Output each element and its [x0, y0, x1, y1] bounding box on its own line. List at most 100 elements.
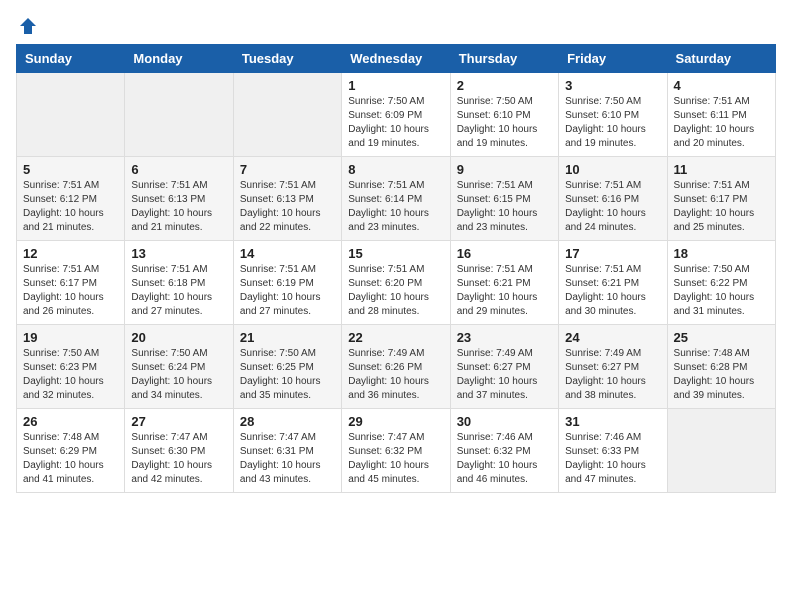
day-info: Sunrise: 7:48 AM Sunset: 6:28 PM Dayligh…	[674, 347, 769, 403]
weekday-header: Wednesday	[342, 45, 450, 73]
day-info: Sunrise: 7:51 AM Sunset: 6:11 PM Dayligh…	[674, 95, 769, 151]
weekday-header-row: SundayMondayTuesdayWednesdayThursdayFrid…	[17, 45, 776, 73]
day-number: 14	[240, 246, 335, 261]
day-info: Sunrise: 7:48 AM Sunset: 6:29 PM Dayligh…	[23, 431, 118, 487]
calendar-table: SundayMondayTuesdayWednesdayThursdayFrid…	[16, 44, 776, 493]
day-info: Sunrise: 7:51 AM Sunset: 6:17 PM Dayligh…	[23, 263, 118, 319]
calendar-cell: 15 Sunrise: 7:51 AM Sunset: 6:20 PM Dayli…	[342, 241, 450, 325]
day-info: Sunrise: 7:51 AM Sunset: 6:14 PM Dayligh…	[348, 179, 443, 235]
day-info: Sunrise: 7:50 AM Sunset: 6:09 PM Dayligh…	[348, 95, 443, 151]
day-info: Sunrise: 7:51 AM Sunset: 6:15 PM Dayligh…	[457, 179, 552, 235]
calendar-cell: 24 Sunrise: 7:49 AM Sunset: 6:27 PM Dayli…	[559, 325, 667, 409]
day-number: 8	[348, 162, 443, 177]
day-info: Sunrise: 7:50 AM Sunset: 6:24 PM Dayligh…	[131, 347, 226, 403]
calendar-cell: 13 Sunrise: 7:51 AM Sunset: 6:18 PM Dayli…	[125, 241, 233, 325]
calendar-cell: 2 Sunrise: 7:50 AM Sunset: 6:10 PM Daylig…	[450, 73, 558, 157]
calendar-cell: 7 Sunrise: 7:51 AM Sunset: 6:13 PM Daylig…	[233, 157, 341, 241]
weekday-header: Saturday	[667, 45, 775, 73]
week-row: 12 Sunrise: 7:51 AM Sunset: 6:17 PM Dayli…	[17, 241, 776, 325]
day-info: Sunrise: 7:49 AM Sunset: 6:27 PM Dayligh…	[565, 347, 660, 403]
day-number: 17	[565, 246, 660, 261]
day-info: Sunrise: 7:51 AM Sunset: 6:20 PM Dayligh…	[348, 263, 443, 319]
calendar-cell: 21Sunrise: 7:50 AM Sunset: 6:25 PM Dayli…	[233, 325, 341, 409]
weekday-header: Thursday	[450, 45, 558, 73]
page-header	[16, 16, 776, 32]
day-info: Sunrise: 7:51 AM Sunset: 6:13 PM Dayligh…	[240, 179, 335, 235]
day-number: 24	[565, 330, 660, 345]
calendar-cell: 30 Sunrise: 7:46 AM Sunset: 6:32 PM Dayli…	[450, 409, 558, 493]
day-number: 21	[240, 330, 335, 345]
day-number: 11	[674, 162, 769, 177]
logo-icon	[18, 16, 38, 36]
week-row: 19 Sunrise: 7:50 AM Sunset: 6:23 PM Dayli…	[17, 325, 776, 409]
weekday-header: Monday	[125, 45, 233, 73]
weekday-header: Friday	[559, 45, 667, 73]
calendar-cell	[125, 73, 233, 157]
day-number: 30	[457, 414, 552, 429]
week-row: 26Sunrise: 7:48 AM Sunset: 6:29 PM Dayli…	[17, 409, 776, 493]
day-info: Sunrise: 7:51 AM Sunset: 6:16 PM Dayligh…	[565, 179, 660, 235]
calendar-cell: 1 Sunrise: 7:50 AM Sunset: 6:09 PM Daylig…	[342, 73, 450, 157]
day-number: 6	[131, 162, 226, 177]
calendar-cell: 29Sunrise: 7:47 AM Sunset: 6:32 PM Dayli…	[342, 409, 450, 493]
calendar-cell: 28Sunrise: 7:47 AM Sunset: 6:31 PM Dayli…	[233, 409, 341, 493]
day-number: 3	[565, 78, 660, 93]
calendar-cell: 23 Sunrise: 7:49 AM Sunset: 6:27 PM Dayli…	[450, 325, 558, 409]
calendar-cell: 10 Sunrise: 7:51 AM Sunset: 6:16 PM Dayli…	[559, 157, 667, 241]
day-number: 10	[565, 162, 660, 177]
day-number: 22	[348, 330, 443, 345]
calendar-cell: 8 Sunrise: 7:51 AM Sunset: 6:14 PM Daylig…	[342, 157, 450, 241]
day-number: 19	[23, 330, 118, 345]
weekday-header: Tuesday	[233, 45, 341, 73]
calendar-cell: 12 Sunrise: 7:51 AM Sunset: 6:17 PM Dayli…	[17, 241, 125, 325]
calendar-cell	[667, 409, 775, 493]
day-info: Sunrise: 7:51 AM Sunset: 6:18 PM Dayligh…	[131, 263, 226, 319]
day-info: Sunrise: 7:50 AM Sunset: 6:23 PM Dayligh…	[23, 347, 118, 403]
day-number: 5	[23, 162, 118, 177]
day-number: 13	[131, 246, 226, 261]
calendar-cell: 5 Sunrise: 7:51 AM Sunset: 6:12 PM Daylig…	[17, 157, 125, 241]
day-number: 4	[674, 78, 769, 93]
calendar-cell: 6 Sunrise: 7:51 AM Sunset: 6:13 PM Daylig…	[125, 157, 233, 241]
calendar-cell: 16Sunrise: 7:51 AM Sunset: 6:21 PM Dayli…	[450, 241, 558, 325]
day-number: 27	[131, 414, 226, 429]
day-number: 15	[348, 246, 443, 261]
day-info: Sunrise: 7:50 AM Sunset: 6:10 PM Dayligh…	[457, 95, 552, 151]
day-info: Sunrise: 7:51 AM Sunset: 6:21 PM Dayligh…	[457, 263, 552, 319]
day-info: Sunrise: 7:50 AM Sunset: 6:22 PM Dayligh…	[674, 263, 769, 319]
calendar-cell: 19 Sunrise: 7:50 AM Sunset: 6:23 PM Dayli…	[17, 325, 125, 409]
day-info: Sunrise: 7:51 AM Sunset: 6:13 PM Dayligh…	[131, 179, 226, 235]
calendar-cell: 20 Sunrise: 7:50 AM Sunset: 6:24 PM Dayli…	[125, 325, 233, 409]
calendar-cell: 9 Sunrise: 7:51 AM Sunset: 6:15 PM Daylig…	[450, 157, 558, 241]
calendar-cell: 31Sunrise: 7:46 AM Sunset: 6:33 PM Dayli…	[559, 409, 667, 493]
calendar-cell: 3 Sunrise: 7:50 AM Sunset: 6:10 PM Daylig…	[559, 73, 667, 157]
day-number: 18	[674, 246, 769, 261]
day-info: Sunrise: 7:51 AM Sunset: 6:12 PM Dayligh…	[23, 179, 118, 235]
day-info: Sunrise: 7:51 AM Sunset: 6:17 PM Dayligh…	[674, 179, 769, 235]
week-row: 5 Sunrise: 7:51 AM Sunset: 6:12 PM Daylig…	[17, 157, 776, 241]
calendar-cell: 27 Sunrise: 7:47 AM Sunset: 6:30 PM Dayli…	[125, 409, 233, 493]
week-row: 1 Sunrise: 7:50 AM Sunset: 6:09 PM Daylig…	[17, 73, 776, 157]
day-number: 23	[457, 330, 552, 345]
day-info: Sunrise: 7:51 AM Sunset: 6:21 PM Dayligh…	[565, 263, 660, 319]
day-number: 7	[240, 162, 335, 177]
calendar-cell: 11 Sunrise: 7:51 AM Sunset: 6:17 PM Dayli…	[667, 157, 775, 241]
day-number: 20	[131, 330, 226, 345]
day-info: Sunrise: 7:50 AM Sunset: 6:10 PM Dayligh…	[565, 95, 660, 151]
day-info: Sunrise: 7:47 AM Sunset: 6:31 PM Dayligh…	[240, 431, 335, 487]
day-info: Sunrise: 7:47 AM Sunset: 6:30 PM Dayligh…	[131, 431, 226, 487]
day-number: 12	[23, 246, 118, 261]
calendar-cell: 17 Sunrise: 7:51 AM Sunset: 6:21 PM Dayli…	[559, 241, 667, 325]
day-info: Sunrise: 7:46 AM Sunset: 6:32 PM Dayligh…	[457, 431, 552, 487]
day-number: 2	[457, 78, 552, 93]
day-info: Sunrise: 7:49 AM Sunset: 6:26 PM Dayligh…	[348, 347, 443, 403]
day-info: Sunrise: 7:49 AM Sunset: 6:27 PM Dayligh…	[457, 347, 552, 403]
day-info: Sunrise: 7:46 AM Sunset: 6:33 PM Dayligh…	[565, 431, 660, 487]
calendar-cell	[233, 73, 341, 157]
day-number: 25	[674, 330, 769, 345]
calendar-cell: 18 Sunrise: 7:50 AM Sunset: 6:22 PM Dayli…	[667, 241, 775, 325]
day-number: 1	[348, 78, 443, 93]
day-number: 9	[457, 162, 552, 177]
weekday-header: Sunday	[17, 45, 125, 73]
calendar-cell: 14Sunrise: 7:51 AM Sunset: 6:19 PM Dayli…	[233, 241, 341, 325]
